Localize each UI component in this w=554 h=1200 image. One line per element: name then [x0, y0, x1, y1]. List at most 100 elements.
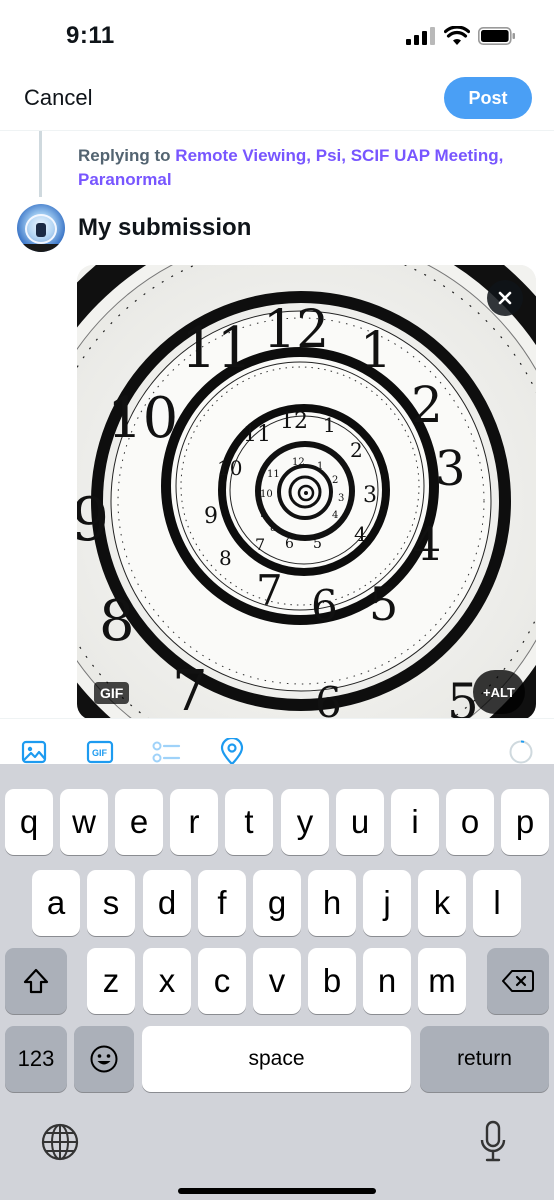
close-icon — [498, 291, 512, 305]
home-indicator — [178, 1188, 376, 1194]
compose-text-input[interactable]: My submission — [78, 214, 251, 242]
globe-icon — [41, 1123, 79, 1161]
svg-text:1: 1 — [323, 413, 336, 437]
emoji-key[interactable] — [74, 1026, 134, 1092]
key-s[interactable]: s — [87, 870, 135, 936]
thread-line — [39, 131, 42, 197]
svg-text:2: 2 — [411, 376, 443, 434]
spiral-clock-image: 12 1 2 3 4 5 6 7 8 9 10 11 7 6 5 12 1 2 … — [77, 265, 536, 720]
svg-text:3: 3 — [363, 483, 377, 508]
key-b[interactable]: b — [308, 948, 356, 1014]
svg-text:9: 9 — [204, 504, 218, 529]
svg-text:4: 4 — [332, 510, 338, 521]
cancel-button[interactable]: Cancel — [24, 85, 92, 111]
add-image-button[interactable] — [19, 737, 49, 767]
svg-text:11: 11 — [243, 422, 271, 447]
key-m[interactable]: m — [418, 948, 466, 1014]
numbers-key[interactable]: 123 — [5, 1026, 67, 1092]
backspace-icon — [502, 970, 534, 992]
add-alt-text-button[interactable]: +ALT — [473, 670, 525, 714]
add-poll-button[interactable] — [151, 737, 181, 767]
svg-text:3: 3 — [338, 493, 344, 504]
svg-text:12: 12 — [263, 300, 329, 360]
svg-text:6: 6 — [285, 536, 294, 552]
svg-text:8: 8 — [219, 546, 232, 570]
key-o[interactable]: o — [446, 789, 494, 855]
remove-media-button[interactable] — [487, 280, 523, 316]
shift-icon — [23, 968, 49, 994]
gif-badge: GIF — [94, 682, 130, 704]
key-w[interactable]: w — [60, 789, 108, 855]
svg-text:12: 12 — [280, 409, 308, 434]
key-n[interactable]: n — [363, 948, 411, 1014]
key-j[interactable]: j — [363, 870, 411, 936]
key-y[interactable]: y — [281, 789, 329, 855]
svg-text:6: 6 — [311, 581, 338, 630]
header-divider — [0, 130, 554, 131]
key-i[interactable]: i — [391, 789, 439, 855]
location-icon — [220, 738, 244, 766]
svg-text:5: 5 — [369, 577, 398, 631]
add-location-button[interactable] — [217, 737, 247, 767]
onscreen-keyboard: q w e r t y u i o p a s d f g h j k l z … — [0, 764, 554, 1200]
key-r[interactable]: r — [170, 789, 218, 855]
add-gif-button[interactable]: GIF — [85, 737, 115, 767]
svg-text:9: 9 — [77, 485, 109, 555]
status-time: 9:11 — [66, 22, 115, 49]
gif-icon: GIF — [86, 740, 114, 764]
keyboard-switch-button[interactable] — [40, 1122, 80, 1162]
svg-text:4: 4 — [412, 517, 441, 571]
cellular-signal-icon — [406, 27, 435, 45]
key-f[interactable]: f — [198, 870, 246, 936]
wifi-icon — [444, 26, 470, 45]
svg-text:7: 7 — [255, 535, 265, 554]
svg-text:GIF: GIF — [92, 748, 108, 758]
shift-key[interactable] — [5, 948, 67, 1014]
post-button[interactable]: Post — [444, 77, 532, 119]
key-k[interactable]: k — [418, 870, 466, 936]
image-icon — [21, 740, 47, 764]
key-l[interactable]: l — [473, 870, 521, 936]
key-u[interactable]: u — [336, 789, 384, 855]
space-key[interactable]: space — [142, 1026, 411, 1092]
key-g[interactable]: g — [253, 870, 301, 936]
svg-text:8: 8 — [270, 523, 276, 534]
svg-text:3: 3 — [435, 441, 466, 497]
key-a[interactable]: a — [32, 870, 80, 936]
key-v[interactable]: v — [253, 948, 301, 1014]
svg-text:8: 8 — [99, 589, 135, 654]
replying-prefix: Replying to — [78, 146, 171, 165]
attached-gif[interactable]: 12 1 2 3 4 5 6 7 8 9 10 11 7 6 5 12 1 2 … — [77, 265, 536, 720]
svg-text:5: 5 — [313, 536, 322, 552]
battery-icon — [478, 27, 515, 45]
replying-to: Replying to Remote Viewing, Psi, SCIF UA… — [78, 144, 508, 192]
backspace-key[interactable] — [487, 948, 549, 1014]
key-t[interactable]: t — [225, 789, 273, 855]
emoji-icon — [90, 1045, 118, 1073]
character-count-ring-icon — [509, 740, 533, 764]
svg-text:6: 6 — [315, 678, 342, 720]
svg-text:9: 9 — [260, 509, 266, 520]
key-z[interactable]: z — [87, 948, 135, 1014]
key-c[interactable]: c — [198, 948, 246, 1014]
key-p[interactable]: p — [501, 789, 549, 855]
svg-text:10: 10 — [107, 386, 178, 451]
svg-text:1: 1 — [360, 321, 392, 379]
svg-text:4: 4 — [354, 522, 367, 546]
poll-icon — [152, 741, 181, 763]
return-key[interactable]: return — [420, 1026, 549, 1092]
microphone-icon — [480, 1120, 506, 1162]
svg-text:11: 11 — [181, 316, 252, 381]
svg-text:2: 2 — [350, 438, 363, 462]
key-q[interactable]: q — [5, 789, 53, 855]
key-e[interactable]: e — [115, 789, 163, 855]
key-x[interactable]: x — [143, 948, 191, 1014]
svg-text:10: 10 — [217, 456, 242, 480]
key-h[interactable]: h — [308, 870, 356, 936]
svg-text:7: 7 — [256, 566, 283, 615]
key-d[interactable]: d — [143, 870, 191, 936]
avatar — [17, 204, 65, 252]
svg-text:7: 7 — [172, 659, 208, 720]
dictation-button[interactable] — [478, 1120, 508, 1164]
svg-text:12: 12 — [292, 457, 305, 468]
